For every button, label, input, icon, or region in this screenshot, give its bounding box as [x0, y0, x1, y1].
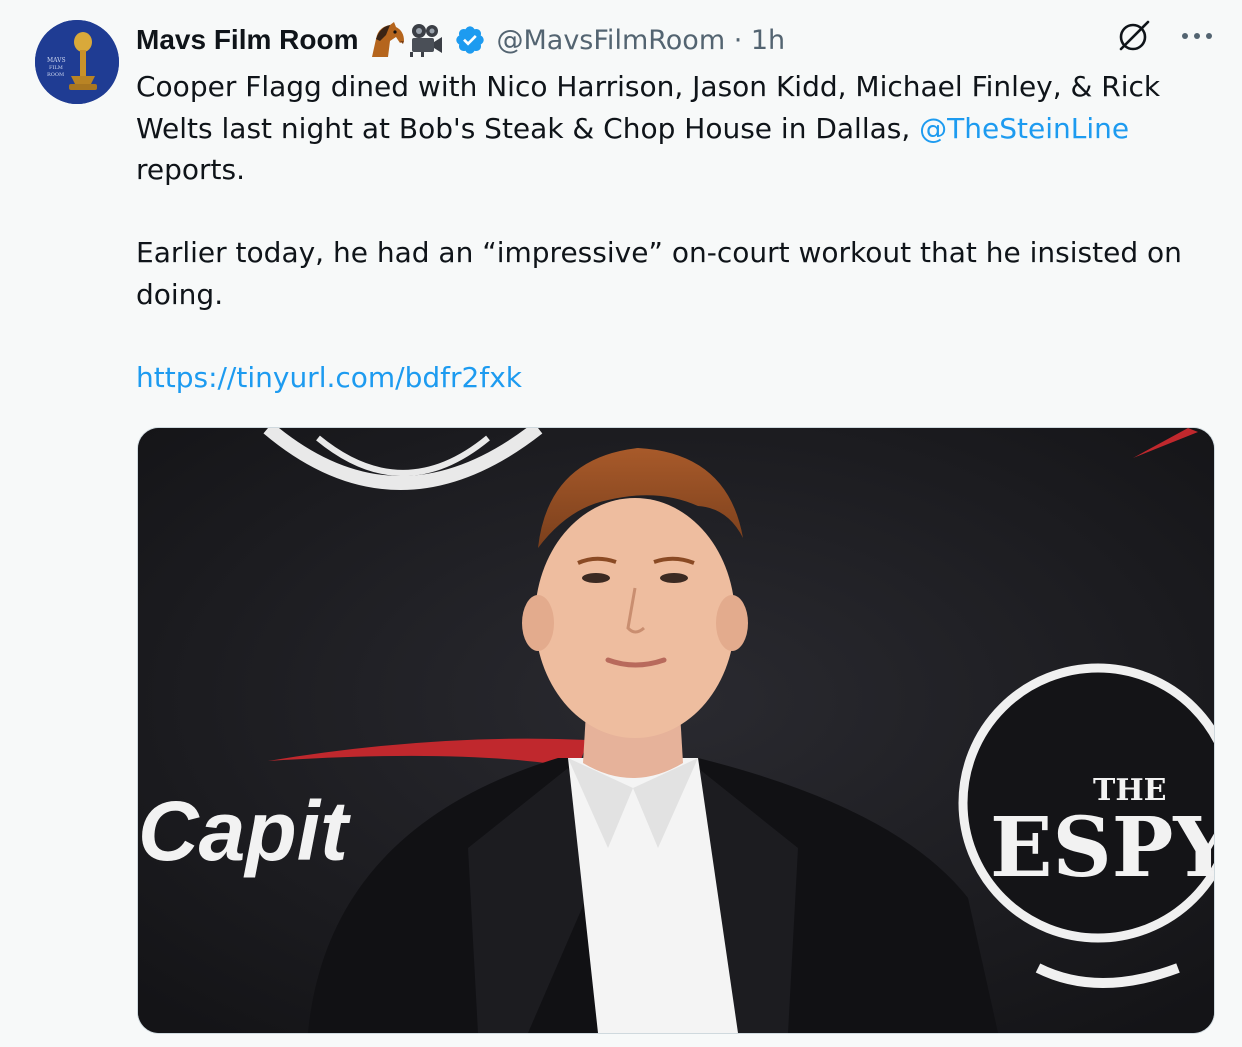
more-options-icon [1182, 33, 1212, 39]
avatar-logo-icon: MAVS FILM ROOM [35, 20, 119, 104]
verified-badge-icon [456, 26, 485, 54]
backdrop-sponsor-text: Capit [138, 784, 351, 878]
movie-camera-emoji-icon [410, 24, 443, 57]
display-name[interactable]: Mavs Film Room [136, 24, 358, 56]
tweet-top-actions [1116, 18, 1214, 54]
grok-button[interactable] [1116, 18, 1152, 54]
tweet-text-line: https://tinyurl.com/bdfr2fxk [136, 357, 1216, 399]
more-options-button[interactable] [1180, 31, 1214, 41]
tweet-text-line: Welts last night at Bob's Steak & Chop H… [136, 108, 1216, 150]
tweet-text-line: Cooper Flagg dined with Nico Harrison, J… [136, 70, 1161, 103]
svg-text:FILM: FILM [49, 65, 63, 71]
verified-badge[interactable] [454, 24, 486, 56]
tweet-media-photo[interactable]: Capit THE ESPYS [137, 427, 1215, 1034]
svg-text:ROOM: ROOM [47, 72, 64, 78]
espys-logo-text: ESPYS [990, 800, 1214, 896]
handle-and-timestamp[interactable]: @MavsFilmRoom · 1h [496, 25, 785, 56]
svg-text:MAVS: MAVS [47, 57, 66, 64]
tweet-text-line: doing. [136, 277, 224, 311]
tweet-text-segment: Welts last night at Bob's Steak & Chop H… [136, 111, 920, 145]
tweet-text: Cooper Flagg dined with Nico Harrison, J… [136, 66, 1216, 398]
horse-emoji-icon [372, 22, 405, 57]
tweet-header: Mavs Film Room @MavsFilmRoom · 1h [136, 20, 785, 60]
grok-icon [1119, 20, 1150, 51]
tweet-text-line: Earlier today, he had an “impressive” on… [136, 236, 1182, 269]
name-emojis [366, 21, 444, 59]
photo-illustration: Capit THE ESPYS [138, 428, 1214, 1033]
url-link[interactable]: https://tinyurl.com/bdfr2fxk [136, 361, 522, 394]
tweet-text-line: reports. [136, 153, 246, 186]
tweet[interactable]: MAVS FILM ROOM Mavs Film Room @MavsFilmR… [0, 0, 1242, 1047]
mention-link[interactable]: @TheSteinLine [919, 112, 1129, 145]
avatar[interactable]: MAVS FILM ROOM [35, 20, 119, 104]
